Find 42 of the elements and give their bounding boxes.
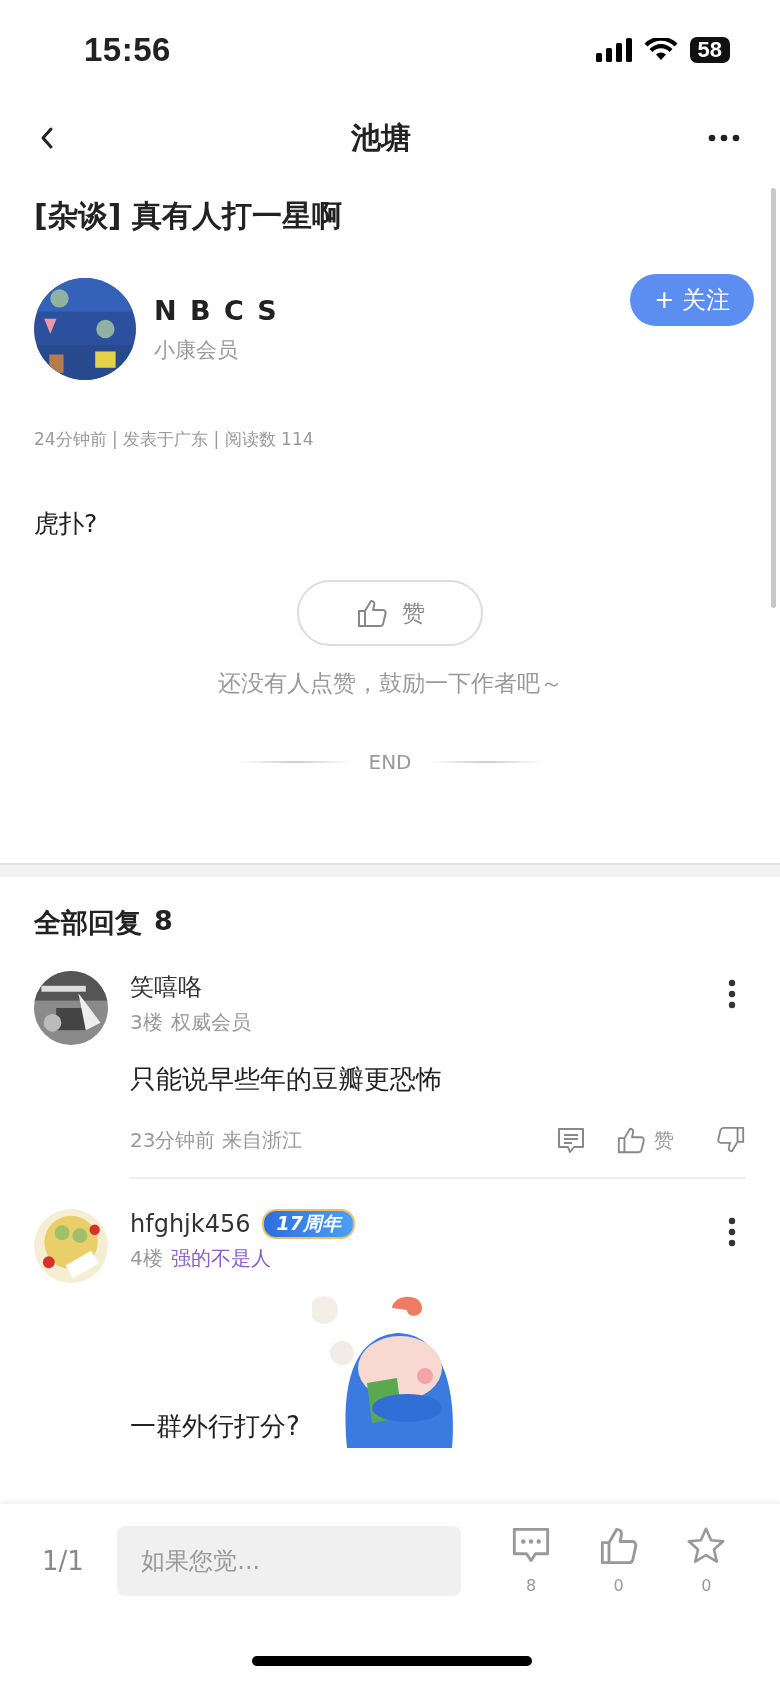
thumbs-down-icon[interactable]	[716, 1125, 746, 1155]
follow-button[interactable]: + 关注	[630, 274, 754, 326]
anniversary-badge: 17周年	[262, 1209, 355, 1239]
page-title: 池塘	[351, 118, 411, 157]
thumbs-up-icon	[616, 1125, 646, 1155]
status-time: 15:56	[84, 31, 171, 69]
back-icon[interactable]	[40, 126, 54, 150]
reply-text: 只能说早些年的豆瓣更恐怖	[130, 1063, 443, 1096]
comment-icon[interactable]	[556, 1125, 586, 1155]
post-body: 虎扑?	[34, 508, 99, 540]
floor-number: 4楼	[130, 1245, 163, 1272]
page-indicator: 1/1	[42, 1546, 85, 1576]
post-meta: 24分钟前 | 发表于广东 | 阅读数 114	[34, 428, 315, 451]
username: hfghjk456	[130, 1210, 251, 1238]
battery-indicator: 58	[689, 37, 730, 63]
end-label: END	[368, 750, 412, 774]
count-label: 0	[701, 1576, 712, 1595]
like-hint: 还没有人点赞，鼓励一下作者吧～	[216, 669, 564, 698]
like-button[interactable]: 赞	[616, 1125, 674, 1155]
user-rank: 强的不是人	[170, 1245, 271, 1272]
author-name: N B C S	[154, 294, 280, 326]
count-label: 0	[613, 1576, 624, 1595]
more-icon[interactable]	[708, 134, 740, 142]
reply-meta: 23分钟前 来自浙江	[130, 1126, 302, 1154]
reply-text: 一群外行打分?	[130, 1410, 300, 1443]
thumbs-up-icon[interactable]	[598, 1526, 639, 1566]
username: 笑嘻咯	[130, 972, 202, 1003]
star-icon[interactable]	[686, 1526, 727, 1566]
more-icon[interactable]	[728, 979, 736, 1009]
replies-heading: 全部回复	[34, 906, 142, 940]
replies-count: 8	[154, 905, 173, 938]
count-label: 8	[526, 1576, 537, 1595]
post-title: [杂谈] 真有人打一星啊	[34, 197, 343, 235]
floor-number: 3楼	[130, 1009, 163, 1036]
user-rank: 权威会员	[170, 1009, 251, 1036]
thumbs-up-icon	[355, 597, 388, 629]
author-rank: 小康会员	[154, 336, 239, 364]
comment-field[interactable]: 如果您觉...	[117, 1526, 462, 1596]
signal-icon	[595, 38, 632, 62]
more-icon[interactable]	[728, 1217, 736, 1247]
like-button[interactable]: 赞	[297, 580, 483, 646]
wifi-icon	[643, 38, 678, 62]
